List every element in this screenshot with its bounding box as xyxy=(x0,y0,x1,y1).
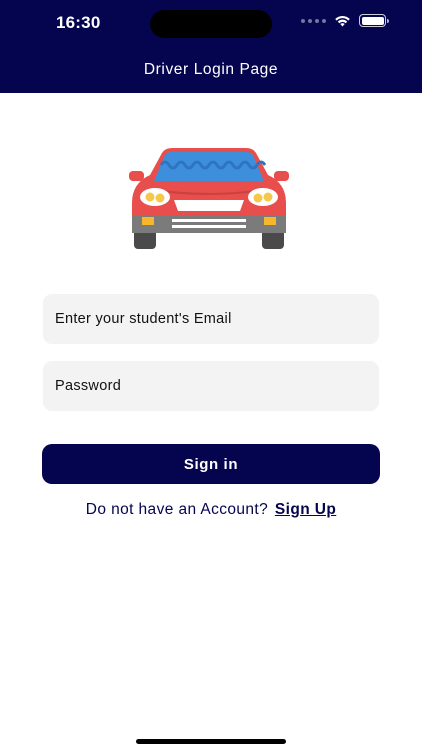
sign-in-button[interactable]: Sign in xyxy=(42,444,380,484)
home-indicator[interactable] xyxy=(136,739,286,744)
email-field[interactable] xyxy=(43,294,379,344)
car-icon xyxy=(129,148,289,249)
signup-prompt: Do not have an Account? xyxy=(85,501,269,518)
dynamic-island xyxy=(150,10,272,38)
login-screen: 16:30 Driver Login Page Enter your stude… xyxy=(0,0,422,750)
app-header: 16:30 Driver Login Page xyxy=(0,0,422,93)
sign-up-link[interactable]: Sign Up xyxy=(275,501,336,518)
battery-icon xyxy=(359,14,389,27)
password-field[interactable] xyxy=(43,361,379,411)
status-icons xyxy=(301,14,389,27)
signup-row: Do not have an Account? Sign Up xyxy=(0,501,422,519)
status-time: 16:30 xyxy=(56,13,101,32)
wifi-icon xyxy=(335,15,350,27)
cellular-signal-icon xyxy=(301,18,326,23)
page-title: Driver Login Page xyxy=(143,61,279,78)
